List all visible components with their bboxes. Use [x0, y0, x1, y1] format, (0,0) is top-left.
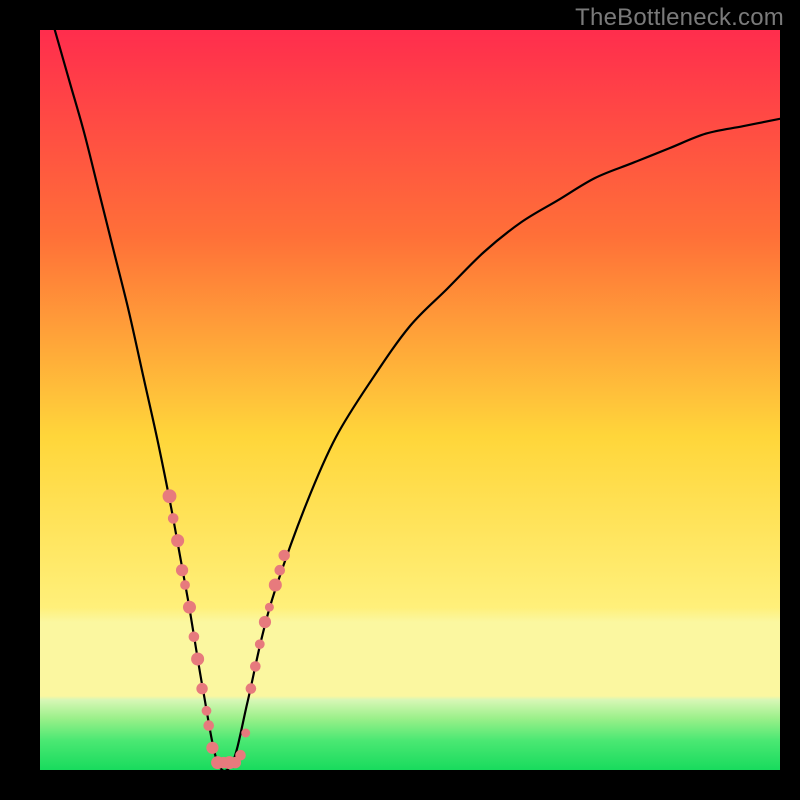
highlight-dot: [206, 742, 218, 754]
highlight-dot: [168, 513, 179, 524]
highlight-dot: [189, 632, 200, 643]
highlight-dot: [279, 550, 290, 561]
highlight-dot: [176, 564, 188, 576]
highlight-dot: [250, 661, 261, 672]
highlight-dot: [235, 750, 246, 761]
highlight-dot: [269, 578, 282, 591]
highlight-dot: [255, 639, 265, 649]
highlight-dot: [274, 565, 285, 576]
plot-svg: [40, 30, 780, 770]
highlight-dot: [163, 489, 177, 503]
highlight-dot: [259, 616, 271, 628]
highlight-dot: [183, 601, 196, 614]
chart-frame: TheBottleneck.com: [0, 0, 800, 800]
highlight-dot: [180, 580, 190, 590]
highlight-dot: [171, 534, 184, 547]
watermark-text: TheBottleneck.com: [575, 4, 784, 32]
highlight-dot: [241, 729, 250, 738]
gradient-rect: [40, 30, 780, 770]
plot-area: [40, 30, 780, 770]
highlight-dot: [265, 603, 274, 612]
highlight-dot: [203, 720, 214, 731]
highlight-dot: [196, 683, 207, 694]
highlight-dot: [191, 652, 204, 665]
highlight-dot: [202, 706, 212, 716]
highlight-dot: [246, 683, 257, 694]
